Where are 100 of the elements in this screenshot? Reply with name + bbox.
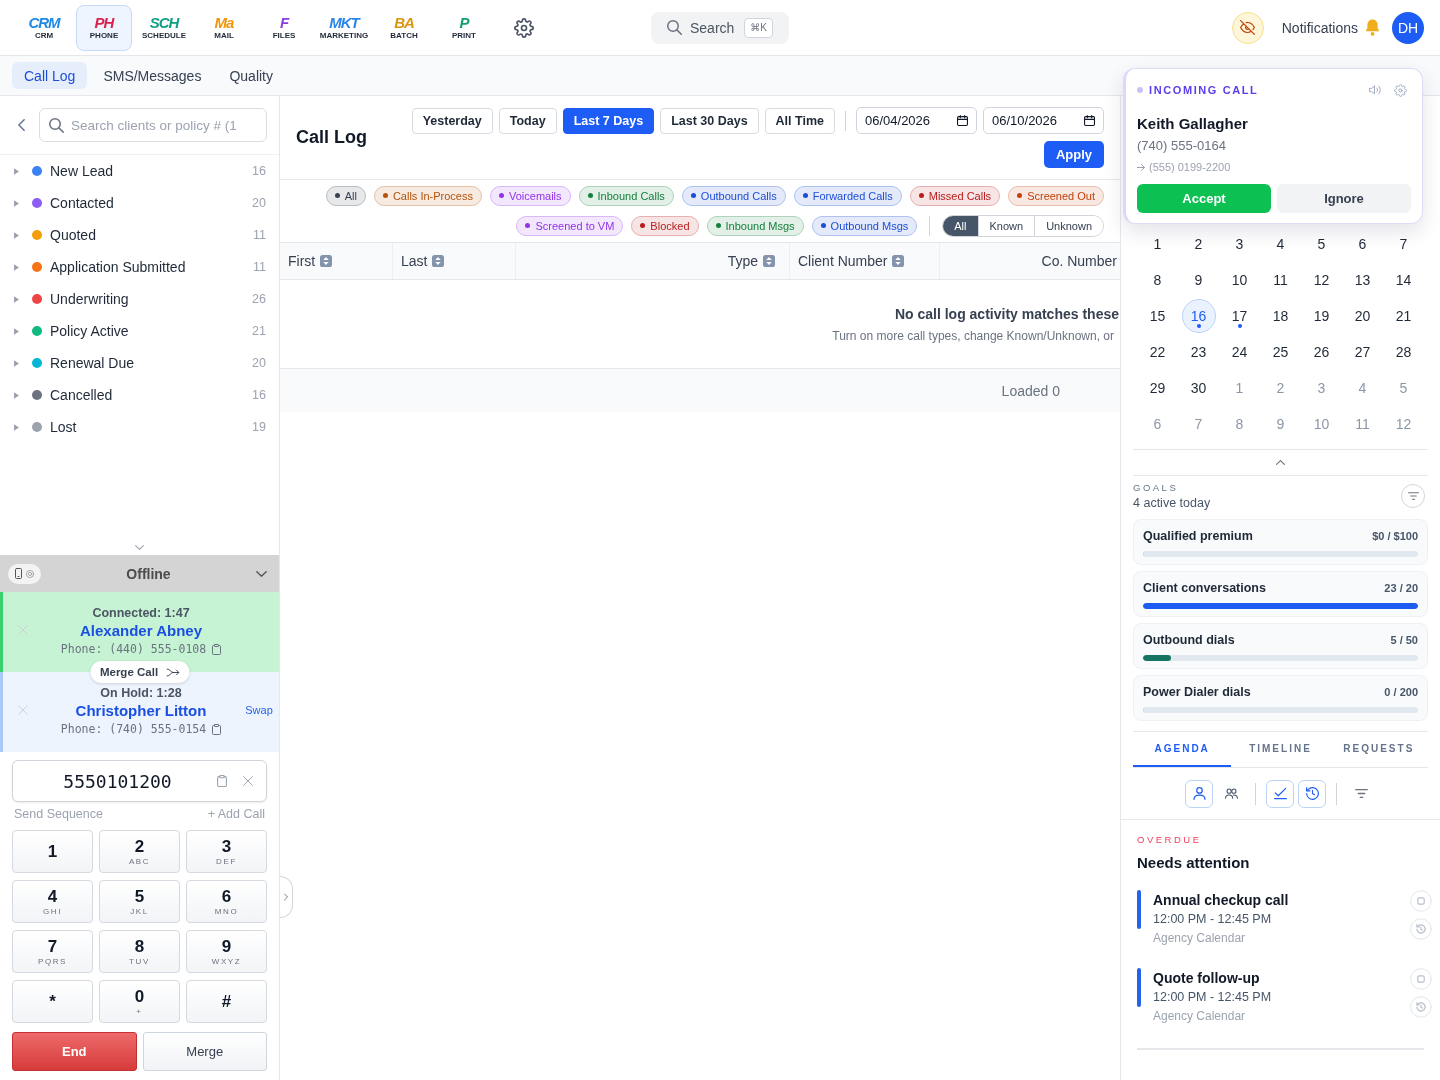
calendar-day[interactable]: 6 bbox=[1345, 227, 1380, 261]
apply-button[interactable]: Apply bbox=[1043, 141, 1104, 168]
agenda-tab[interactable]: AGENDA bbox=[1133, 732, 1232, 767]
calendar-day[interactable]: 20 bbox=[1345, 299, 1380, 333]
filter-chip[interactable]: All bbox=[325, 185, 366, 206]
checkbox-icon[interactable] bbox=[1410, 890, 1432, 912]
calendar-day[interactable]: 15 bbox=[1140, 299, 1175, 333]
calendar-day[interactable]: 10 bbox=[1222, 263, 1257, 297]
keypad-key[interactable]: 6 MNO bbox=[186, 880, 267, 923]
avatar[interactable]: DH bbox=[1392, 11, 1424, 44]
dial-field[interactable]: 5550101200 bbox=[12, 760, 267, 802]
filter-chip[interactable]: Forwarded Calls bbox=[793, 185, 902, 206]
column-header[interactable]: Last bbox=[393, 243, 516, 279]
column-header[interactable]: Client Number bbox=[790, 243, 940, 279]
speaker-icon[interactable] bbox=[1369, 85, 1381, 95]
chevron-down-icon[interactable] bbox=[135, 545, 144, 550]
app-launcher-button[interactable]: BA BATCH bbox=[376, 4, 432, 51]
chevron-down-icon[interactable] bbox=[256, 570, 267, 577]
caller-name[interactable]: Christopher Litton bbox=[75, 701, 207, 721]
search-button[interactable]: Search ⌘K bbox=[651, 11, 789, 44]
app-launcher-button[interactable]: P PRINT bbox=[436, 4, 492, 51]
keypad-key[interactable]: 0 + bbox=[99, 980, 180, 1023]
swap-link[interactable]: Swap bbox=[245, 704, 273, 716]
app-launcher-button[interactable]: MKT MARKETING bbox=[316, 4, 372, 51]
checkbox-icon[interactable] bbox=[1410, 968, 1432, 990]
ignore-button[interactable]: Ignore bbox=[1277, 184, 1411, 213]
stage-label[interactable]: Underwriting bbox=[50, 291, 253, 307]
column-header[interactable]: First bbox=[280, 243, 393, 279]
tab[interactable]: Call Log bbox=[12, 62, 88, 89]
collapse-button[interactable] bbox=[280, 876, 293, 918]
date-range-button[interactable]: All Time bbox=[764, 107, 835, 134]
caret-right-icon[interactable] bbox=[14, 391, 19, 399]
event-title[interactable]: Quote follow-up bbox=[1153, 968, 1260, 988]
segment-button[interactable]: All bbox=[943, 215, 978, 236]
app-launcher-button[interactable]: PH PHONE bbox=[76, 4, 132, 51]
sort-icon[interactable] bbox=[320, 255, 333, 267]
filter-chip[interactable]: Missed Calls bbox=[909, 185, 1001, 206]
app-launcher-button[interactable]: Ma MAIL bbox=[196, 4, 252, 51]
calendar-day[interactable]: 11 bbox=[1263, 263, 1298, 297]
stage-label[interactable]: New Lead bbox=[50, 163, 253, 179]
calendar-icon[interactable] bbox=[957, 115, 968, 126]
filter-icon[interactable] bbox=[1355, 789, 1368, 798]
filter-chip[interactable]: Blocked bbox=[631, 215, 699, 236]
calendar-day[interactable]: 14 bbox=[1386, 263, 1421, 297]
sort-icon[interactable] bbox=[432, 255, 445, 267]
calendar-day[interactable]: 28 bbox=[1386, 335, 1421, 369]
merge-button[interactable]: Merge bbox=[142, 1032, 267, 1071]
calendar-day[interactable]: 30 bbox=[1181, 371, 1216, 405]
search-field[interactable]: Search clients or policy # (1 bbox=[39, 108, 267, 142]
keypad-key[interactable]: 7 PQRS bbox=[12, 930, 93, 973]
calendar-day[interactable]: 23 bbox=[1181, 335, 1216, 369]
calendar-day[interactable]: 2 bbox=[1181, 227, 1216, 261]
calendar-day[interactable]: 27 bbox=[1345, 335, 1380, 369]
calendar-day[interactable]: 18 bbox=[1263, 299, 1298, 333]
calendar-day[interactable]: 24 bbox=[1222, 335, 1257, 369]
keypad-key[interactable]: 4 GHI bbox=[12, 880, 93, 923]
calendar-day[interactable]: 25 bbox=[1263, 335, 1298, 369]
filter-chip[interactable]: Calls In-Process bbox=[373, 185, 482, 206]
filter-chip[interactable]: Outbound Msgs bbox=[811, 215, 918, 236]
toggle-button[interactable] bbox=[1298, 779, 1326, 808]
calendar-day[interactable]: 8 bbox=[1140, 263, 1175, 297]
eye-off-icon[interactable] bbox=[1231, 11, 1264, 44]
date-field[interactable]: 06/04/2026 bbox=[856, 107, 977, 134]
date-range-button[interactable]: Yesterday bbox=[411, 107, 493, 134]
stage-label[interactable]: Policy Active bbox=[50, 323, 253, 339]
stage-label[interactable]: Renewal Due bbox=[50, 355, 253, 371]
calendar-day[interactable]: 29 bbox=[1140, 371, 1175, 405]
caret-right-icon[interactable] bbox=[14, 359, 19, 367]
device-pill[interactable] bbox=[8, 563, 41, 584]
stage-label[interactable]: Cancelled bbox=[50, 387, 253, 403]
keypad-key[interactable]: * bbox=[12, 980, 93, 1023]
caller-name[interactable]: Alexander Abney bbox=[80, 621, 202, 641]
caret-right-icon[interactable] bbox=[14, 199, 19, 207]
caret-right-icon[interactable] bbox=[14, 295, 19, 303]
close-icon[interactable] bbox=[243, 776, 253, 786]
filter-chip[interactable]: Inbound Calls bbox=[578, 185, 674, 206]
calendar-day[interactable]: 19 bbox=[1304, 299, 1339, 333]
end-call-button[interactable]: End bbox=[12, 1032, 137, 1071]
keypad-key[interactable]: 8 TUV bbox=[99, 930, 180, 973]
filter-chip[interactable]: Outbound Calls bbox=[681, 185, 786, 206]
caret-right-icon[interactable] bbox=[14, 263, 19, 271]
date-range-button[interactable]: Last 7 Days bbox=[562, 107, 655, 134]
calendar-day[interactable]: 1 bbox=[1140, 227, 1175, 261]
tab[interactable]: SMS/Messages bbox=[91, 62, 214, 89]
keypad-key[interactable]: 2 ABC bbox=[99, 830, 180, 873]
calendar-day[interactable]: 12 bbox=[1304, 263, 1339, 297]
date-range-button[interactable]: Last 30 Days bbox=[660, 107, 759, 134]
calendar-day[interactable]: 7 bbox=[1386, 227, 1421, 261]
calendar-day[interactable]: 5 bbox=[1304, 227, 1339, 261]
close-icon[interactable] bbox=[18, 705, 28, 715]
agenda-tab[interactable]: TIMELINE bbox=[1231, 732, 1330, 767]
toggle-button[interactable] bbox=[1266, 779, 1294, 808]
merge-call-button[interactable]: Merge Call bbox=[89, 661, 190, 683]
filter-chip[interactable]: Inbound Msgs bbox=[706, 215, 804, 236]
clipboard-icon[interactable] bbox=[212, 643, 222, 655]
column-header[interactable]: Type bbox=[516, 243, 790, 279]
calendar-icon[interactable] bbox=[1084, 115, 1095, 126]
history-icon[interactable] bbox=[1410, 918, 1432, 940]
stage-label[interactable]: Application Submitted bbox=[50, 259, 253, 275]
sort-icon[interactable] bbox=[763, 255, 775, 267]
